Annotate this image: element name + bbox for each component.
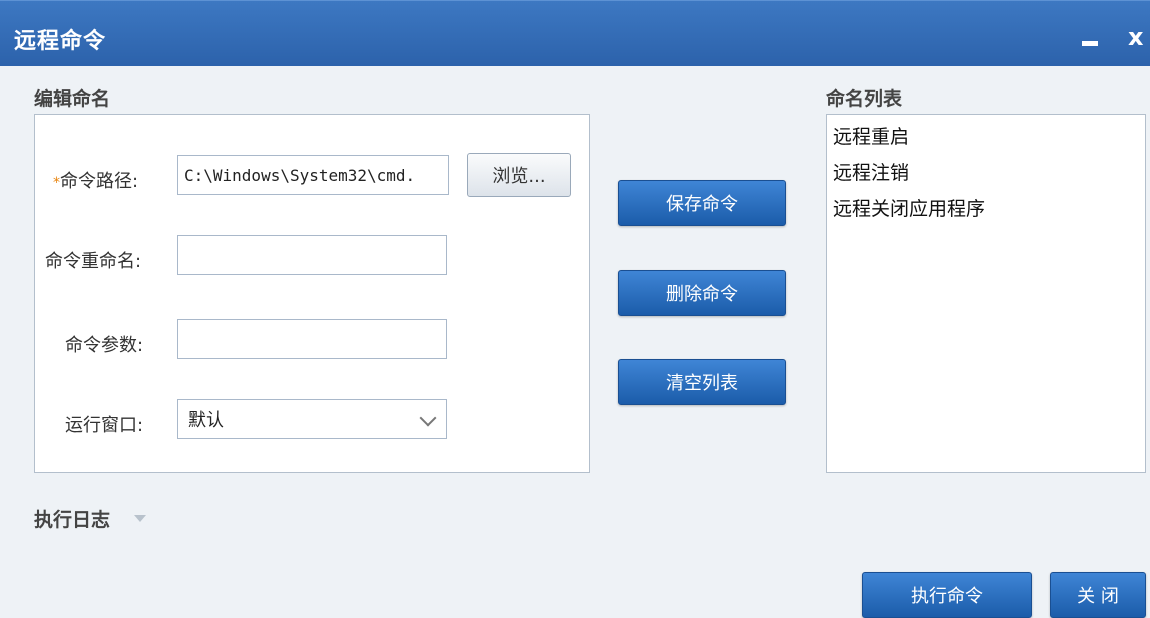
delete-command-button[interactable]: 删除命令 bbox=[618, 270, 786, 316]
list-item[interactable]: 远程关闭应用程序 bbox=[827, 191, 1145, 227]
list-section-label: 命名列表 bbox=[826, 88, 903, 110]
execute-command-button[interactable]: 执行命令 bbox=[862, 572, 1032, 618]
chevron-down-icon bbox=[419, 409, 437, 427]
close-icon[interactable]: x bbox=[1128, 25, 1143, 49]
args-label: 命令参数: bbox=[65, 335, 144, 356]
command-list[interactable]: 远程重启 远程注销 远程关闭应用程序 bbox=[826, 114, 1146, 473]
command-path-input[interactable] bbox=[177, 155, 449, 195]
title-bar: 远程命令 x bbox=[0, 0, 1150, 66]
clear-list-button[interactable]: 清空列表 bbox=[618, 359, 786, 405]
browse-button[interactable]: 浏览... bbox=[467, 153, 571, 197]
run-window-select[interactable]: 默认 bbox=[177, 399, 447, 439]
run-window-label: 运行窗口: bbox=[65, 415, 144, 436]
required-mark: * bbox=[53, 175, 60, 191]
expand-arrow-icon[interactable] bbox=[134, 515, 146, 522]
edit-section-label: 编辑命名 bbox=[34, 88, 111, 110]
command-args-input[interactable] bbox=[177, 319, 447, 359]
close-button[interactable]: 关 闭 bbox=[1050, 572, 1146, 618]
save-command-button[interactable]: 保存命令 bbox=[618, 180, 786, 226]
path-label-row: *命令路径: bbox=[53, 167, 138, 193]
command-rename-input[interactable] bbox=[177, 235, 447, 275]
exec-log-label[interactable]: 执行日志 bbox=[34, 505, 110, 532]
window-title: 远程命令 bbox=[14, 29, 107, 54]
list-item[interactable]: 远程注销 bbox=[827, 155, 1145, 191]
list-item[interactable]: 远程重启 bbox=[827, 119, 1145, 155]
path-label: 命令路径: bbox=[60, 171, 139, 192]
minimize-icon[interactable] bbox=[1082, 41, 1098, 46]
run-window-selected: 默认 bbox=[188, 410, 224, 431]
rename-label: 命令重命名: bbox=[45, 251, 142, 272]
